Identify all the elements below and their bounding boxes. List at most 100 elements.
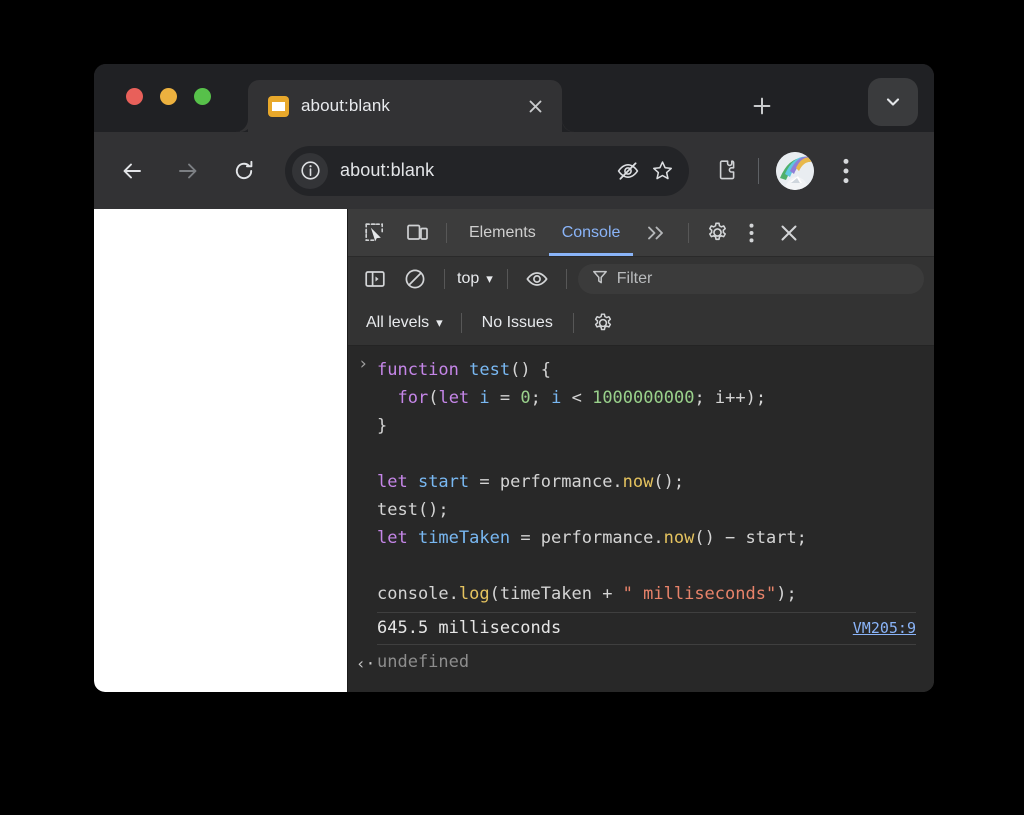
window-maximize-button[interactable] bbox=[194, 88, 211, 105]
console-code-line bbox=[377, 440, 934, 468]
code-token: let bbox=[377, 472, 418, 492]
code-token: let bbox=[438, 388, 480, 408]
tab-close-icon[interactable] bbox=[522, 93, 548, 119]
window-minimize-button[interactable] bbox=[160, 88, 177, 105]
inspect-element-icon[interactable] bbox=[356, 214, 394, 252]
code-token: 0 bbox=[520, 388, 531, 408]
chevron-down-icon: ▾ bbox=[436, 315, 443, 330]
code-token: i bbox=[479, 388, 490, 408]
console-toolbar-separator bbox=[444, 269, 445, 289]
console-code-line: let start = performance.now(); bbox=[377, 468, 934, 496]
tab-curve-left bbox=[235, 119, 248, 132]
tab-search-button[interactable] bbox=[868, 78, 918, 126]
issues-counter[interactable]: No Issues bbox=[482, 314, 553, 332]
devtools-panel: Elements Console top ▾ Filter All levels… bbox=[347, 209, 934, 692]
console-entry-group: › function test() { for(let i = 0; i < 1… bbox=[348, 346, 934, 692]
chevron-down-icon bbox=[886, 98, 900, 106]
console-result-text: undefined bbox=[377, 652, 470, 672]
console-log-message[interactable]: 645.5 milliseconds VM205:9 bbox=[348, 613, 934, 644]
code-token: for bbox=[397, 388, 429, 408]
window-close-button[interactable] bbox=[126, 88, 143, 105]
console-code-line: let timeTaken = performance.now() − star… bbox=[377, 524, 934, 552]
console-prompt[interactable]: › bbox=[348, 677, 934, 692]
console-message-list[interactable]: › function test() { for(let i = 0; i < 1… bbox=[348, 346, 934, 692]
console-settings-gear-icon[interactable] bbox=[584, 304, 622, 342]
console-filter-placeholder: Filter bbox=[616, 270, 653, 287]
code-token: < bbox=[561, 388, 593, 408]
arrow-right-icon bbox=[179, 163, 197, 178]
console-input-prompt-icon: › bbox=[358, 354, 369, 374]
bookmark-star-icon[interactable] bbox=[645, 154, 679, 188]
code-token: test(); bbox=[377, 500, 449, 520]
address-bar-url-text[interactable]: about:blank bbox=[340, 160, 611, 181]
forward-button[interactable] bbox=[168, 151, 208, 191]
code-token: (); bbox=[653, 472, 685, 492]
reload-icon bbox=[235, 160, 253, 179]
code-token: " milliseconds" bbox=[622, 584, 777, 604]
code-token: (timeTaken + bbox=[489, 584, 623, 604]
site-info-icon[interactable] bbox=[292, 152, 328, 189]
toolbar-divider bbox=[758, 157, 759, 184]
levels-bar-separator bbox=[460, 313, 462, 333]
devtools-close-icon[interactable] bbox=[770, 214, 808, 252]
console-context-selector[interactable]: top ▾ bbox=[457, 270, 493, 288]
page-favicon-icon bbox=[268, 95, 289, 117]
code-token: ( bbox=[428, 388, 439, 408]
console-code-block: function test() { for(let i = 0; i < 100… bbox=[377, 356, 934, 608]
address-bar[interactable]: about:blank bbox=[285, 145, 689, 196]
log-levels-label: All levels bbox=[366, 314, 430, 331]
console-input-echo[interactable]: › function test() { for(let i = 0; i < 1… bbox=[348, 356, 934, 612]
console-eval-result: ‹· undefined bbox=[348, 645, 934, 677]
code-token: console. bbox=[377, 584, 459, 604]
tab-elements[interactable]: Elements bbox=[456, 209, 549, 256]
extensions-puzzle-icon[interactable] bbox=[709, 154, 743, 188]
console-toolbar: top ▾ Filter bbox=[348, 257, 934, 301]
profile-avatar[interactable] bbox=[776, 151, 814, 190]
back-button[interactable] bbox=[112, 151, 152, 191]
more-tabs-chevron-icon[interactable] bbox=[637, 214, 675, 252]
console-filter-input[interactable]: Filter bbox=[577, 264, 924, 294]
code-token: start bbox=[417, 472, 470, 492]
tab-console[interactable]: Console bbox=[548, 209, 634, 256]
device-toolbar-icon[interactable] bbox=[398, 214, 436, 252]
devtools-more-options-icon[interactable] bbox=[738, 214, 764, 252]
console-toolbar-separator-3 bbox=[565, 269, 567, 289]
console-log-source-link[interactable]: VM205:9 bbox=[853, 619, 916, 637]
content-area: Elements Console top ▾ Filter All levels… bbox=[94, 209, 934, 692]
devtools-settings-gear-icon[interactable] bbox=[698, 214, 736, 252]
code-token: function bbox=[377, 360, 470, 380]
chrome-menu-icon[interactable] bbox=[830, 152, 862, 190]
code-token: test bbox=[469, 360, 511, 380]
console-context-label: top bbox=[457, 270, 480, 287]
code-token: 1000000000 bbox=[592, 388, 695, 408]
code-token: = performance. bbox=[510, 528, 664, 548]
toolbar-separator bbox=[446, 222, 447, 243]
devtools-main-toolbar: Elements Console bbox=[348, 209, 934, 257]
console-log-text: 645.5 milliseconds bbox=[377, 618, 562, 638]
page-viewport[interactable] bbox=[94, 209, 347, 692]
new-tab-button[interactable] bbox=[748, 92, 776, 120]
console-code-line: } bbox=[377, 412, 934, 440]
code-token: ); bbox=[776, 584, 797, 604]
code-token: ; bbox=[530, 388, 552, 408]
code-token: () { bbox=[510, 360, 552, 380]
console-sidebar-icon[interactable] bbox=[356, 260, 394, 298]
window-traffic-lights bbox=[126, 88, 211, 105]
toolbar-separator-2 bbox=[688, 222, 690, 243]
code-token: = bbox=[489, 388, 521, 408]
console-code-line: for(let i = 0; i < 1000000000; i++); bbox=[377, 384, 934, 412]
filter-funnel-icon bbox=[592, 269, 608, 290]
code-token: ; i++); bbox=[694, 388, 767, 408]
code-token: now bbox=[622, 472, 654, 492]
tracking-protection-eye-off-icon[interactable] bbox=[611, 154, 645, 188]
clear-console-icon[interactable] bbox=[396, 260, 434, 298]
console-result-arrow-icon: ‹· bbox=[356, 654, 376, 673]
browser-window: about:blank about:blank Elements Console… bbox=[94, 64, 934, 692]
code-token: log bbox=[458, 584, 490, 604]
live-expression-eye-icon[interactable] bbox=[518, 260, 556, 298]
code-token: now bbox=[663, 528, 695, 548]
tab-curve-right bbox=[562, 119, 575, 132]
browser-tab-about-blank[interactable]: about:blank bbox=[235, 80, 575, 132]
reload-button[interactable] bbox=[224, 151, 264, 191]
console-log-levels-selector[interactable]: All levels ▾ bbox=[366, 314, 443, 332]
